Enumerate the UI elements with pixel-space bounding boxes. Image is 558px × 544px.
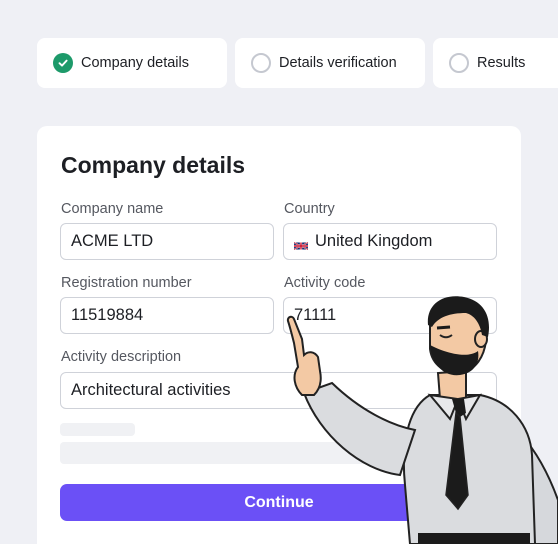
skeleton-label-placeholder [60, 423, 135, 436]
uk-flag-icon [293, 237, 309, 250]
step-details-verification[interactable]: Details verification [235, 38, 425, 88]
step-company-details[interactable]: Company details [37, 38, 227, 88]
registration-number-label: Registration number [61, 275, 192, 291]
country-value: United Kingdom [315, 232, 433, 250]
company-name-value: ACME LTD [71, 232, 154, 250]
company-name-input[interactable]: ACME LTD [60, 223, 274, 260]
activity-description-value: Architectural activities [71, 381, 231, 399]
pointing-man-illustration [286, 296, 558, 544]
step-label: Results [477, 55, 526, 71]
country-label: Country [284, 201, 335, 217]
company-name-label: Company name [61, 201, 164, 217]
step-label: Details verification [279, 55, 397, 71]
empty-circle-icon [251, 53, 271, 73]
form-title: Company details [61, 152, 246, 178]
registration-number-input[interactable]: 11519884 [60, 297, 274, 334]
registration-number-value: 11519884 [71, 306, 144, 324]
step-results[interactable]: Results [433, 38, 558, 88]
country-select[interactable]: United Kingdom [283, 223, 497, 260]
activity-description-label: Activity description [61, 349, 182, 365]
activity-code-label: Activity code [284, 275, 366, 291]
empty-circle-icon [449, 53, 469, 73]
check-circle-icon [53, 53, 73, 73]
step-label: Company details [81, 55, 189, 71]
